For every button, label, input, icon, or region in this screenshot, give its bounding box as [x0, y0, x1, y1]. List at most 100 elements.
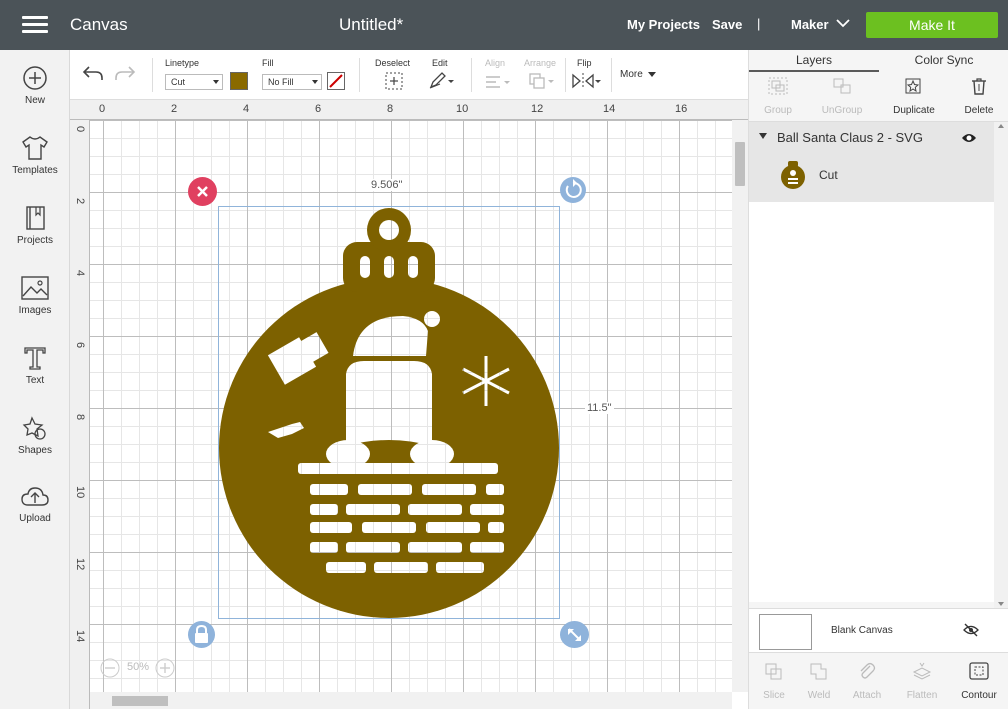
duplicate-icon [905, 78, 921, 94]
santa-ball-ornament[interactable] [218, 206, 560, 619]
slice-icon [765, 663, 782, 680]
ungroup-button[interactable]: UnGroup [817, 76, 867, 116]
ruler-tick: 12 [74, 558, 86, 571]
vertical-scrollbar[interactable] [732, 120, 748, 692]
ruler-tick: 2 [74, 198, 86, 205]
toolbar-divider [611, 58, 612, 92]
shapes-icon [22, 416, 46, 440]
ruler-tick: 10 [456, 103, 469, 115]
eye-off-icon[interactable] [963, 623, 979, 637]
undo-icon[interactable] [82, 64, 104, 82]
sidebar-item-label: Images [18, 305, 52, 316]
deselect-icon[interactable] [385, 72, 403, 90]
weld-label: Weld [807, 690, 831, 701]
duplicate-label: Duplicate [893, 105, 935, 116]
contour-icon [969, 662, 989, 680]
slice-button[interactable]: Slice [749, 661, 799, 701]
ruler-tick: 2 [171, 103, 178, 115]
duplicate-button[interactable]: Duplicate [889, 76, 939, 116]
sidebar-item-label: Text [25, 375, 45, 386]
resize-handle[interactable] [560, 621, 589, 648]
ruler-tick: 14 [603, 103, 616, 115]
zoom-in-icon[interactable] [155, 658, 175, 678]
sidebar-item-label: Projects [16, 235, 54, 246]
flatten-button[interactable]: Flatten [897, 661, 947, 701]
horizontal-ruler: 0 2 4 6 8 10 12 14 16 [70, 100, 748, 120]
align-label: Align [485, 58, 506, 68]
blank-canvas-swatch[interactable] [759, 614, 812, 650]
layer-thumbnail-icon [781, 161, 805, 189]
layers-scrollbar[interactable] [994, 122, 1008, 608]
delete-button[interactable]: Delete [961, 76, 997, 116]
sidebar-item-shapes[interactable]: Shapes [0, 415, 70, 477]
image-icon [21, 276, 49, 300]
edit-toolbar: Linetype Cut Fill No Fill Deselect Edit [70, 50, 748, 100]
tab-color-sync[interactable]: Color Sync [879, 50, 1008, 72]
delete-label: Delete [964, 105, 994, 116]
flip-icon[interactable] [570, 72, 602, 90]
my-projects-link[interactable]: My Projects [627, 17, 700, 32]
top-bar: Canvas Untitled* My Projects Save | Make… [0, 0, 1008, 50]
weld-button[interactable]: Weld [794, 661, 844, 701]
left-sidebar: New Templates Projects Images Text Shape… [0, 50, 70, 709]
redo-icon[interactable] [114, 64, 136, 82]
no-fill-swatch-icon[interactable] [327, 72, 345, 90]
ruler-tick: 0 [74, 126, 86, 133]
toolbar-divider [152, 58, 153, 92]
make-it-button[interactable]: Make It [866, 12, 998, 38]
linetype-color-swatch[interactable] [230, 72, 248, 90]
eye-icon[interactable] [961, 132, 977, 144]
delete-handle[interactable] [188, 177, 217, 206]
more-label: More [620, 69, 643, 80]
group-button[interactable]: Group [761, 76, 795, 116]
attach-button[interactable]: Attach [842, 661, 892, 701]
document-title[interactable]: Untitled* [339, 15, 403, 35]
canvas-area[interactable]: 0 2 4 6 8 10 12 14 16 0 2 4 6 8 10 12 14… [70, 100, 748, 709]
ruler-tick: 10 [74, 486, 86, 499]
blank-canvas-row[interactable]: Blank Canvas [749, 608, 1008, 652]
machine-select[interactable]: Maker [791, 17, 829, 32]
sidebar-item-new[interactable]: New [0, 65, 70, 127]
arrange-icon[interactable] [528, 72, 556, 90]
tab-layers[interactable]: Layers [749, 50, 879, 72]
flip-label: Flip [577, 58, 592, 68]
align-icon[interactable] [484, 74, 512, 90]
ruler-tick: 4 [243, 103, 250, 115]
sidebar-item-upload[interactable]: Upload [0, 485, 70, 547]
sidebar-item-projects[interactable]: Projects [0, 205, 70, 267]
group-label: Group [764, 105, 792, 116]
lock-handle[interactable] [188, 621, 215, 648]
sidebar-item-templates[interactable]: Templates [0, 135, 70, 197]
trash-icon [972, 78, 986, 95]
expand-arrow-icon[interactable] [759, 133, 767, 139]
top-separator: | [757, 16, 761, 31]
fill-select[interactable]: No Fill [262, 74, 322, 90]
bottom-actions: Slice Weld Attach Flatten Contour [749, 652, 1008, 709]
zoom-out-icon[interactable] [100, 658, 120, 678]
deselect-label: Deselect [375, 58, 411, 68]
group-icon [768, 77, 788, 95]
layer-group[interactable]: Ball Santa Claus 2 - SVG Cut [749, 122, 994, 202]
layers-list: Ball Santa Claus 2 - SVG Cut [749, 122, 994, 602]
more-button[interactable]: More [620, 69, 656, 80]
ruler-tick: 16 [675, 103, 688, 115]
rotate-handle[interactable] [560, 177, 586, 203]
flatten-icon [912, 662, 932, 680]
sidebar-item-images[interactable]: Images [0, 275, 70, 337]
save-button[interactable]: Save [712, 17, 742, 32]
layers-panel: Layers Color Sync Group UnGroup Duplicat… [748, 50, 1008, 709]
edit-icon[interactable] [428, 72, 456, 90]
chevron-down-icon[interactable] [836, 18, 850, 28]
menu-icon[interactable] [22, 16, 48, 34]
linetype-select[interactable]: Cut [165, 74, 223, 90]
ruler-tick: 6 [315, 103, 322, 115]
sidebar-item-text[interactable]: Text [0, 345, 70, 407]
contour-button[interactable]: Contour [954, 661, 1004, 701]
fill-label: Fill [262, 58, 274, 68]
linetype-value: Cut [171, 77, 186, 87]
ruler-tick: 4 [74, 270, 86, 277]
resize-icon [568, 628, 581, 641]
sidebar-item-label: New [24, 95, 45, 106]
ruler-tick: 0 [99, 103, 106, 115]
horizontal-scrollbar[interactable] [90, 692, 732, 709]
